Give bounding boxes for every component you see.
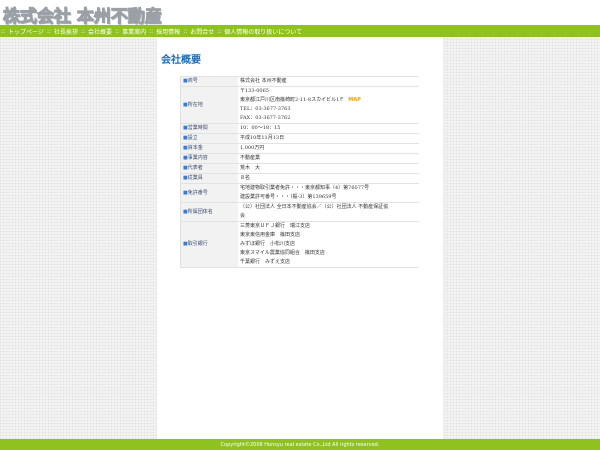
table-row: ■営業時間 10：00～18：15 bbox=[180, 123, 419, 134]
content-area: 会社概要 ■商号 株式会社 本州不動産 ■所在地 〒133-0065 東京都江戸… bbox=[157, 37, 443, 439]
row-value: 〒133-0065 東京都江戸川区南篠崎町2-11-8スカイビル1Ｆ MAP TE… bbox=[238, 86, 419, 124]
row-label: ■所在地 bbox=[180, 86, 238, 124]
row-label: ■設立 bbox=[180, 133, 238, 144]
nav-item-greeting[interactable]: 社長挨拶 bbox=[52, 27, 80, 36]
table-row: ■商号 株式会社 本州不動産 bbox=[180, 76, 419, 87]
copyright-text: Copyright©2008 Honsyu real estate Co.,Lt… bbox=[220, 441, 380, 448]
table-row: ■取引銀行 三菱東京ＵＦＪ銀行 瑞江支店 東京東信用金庫 篠田支店 みずほ銀行 … bbox=[180, 221, 419, 268]
row-label: ■事業内容 bbox=[180, 153, 238, 164]
row-label: ■取引銀行 bbox=[180, 221, 238, 268]
row-value: 宅地建物取引業者免許・・・東京都知事（4）第76077号 建設業許可番号・・・（… bbox=[238, 183, 419, 203]
row-value: 荒木 大 bbox=[238, 163, 419, 174]
table-row: ■所属団体名 （公）社団法人 全日本不動産協会／（公）社団法人 不動産保証協 会 bbox=[180, 202, 419, 222]
table-row: ■従業員 ８名 bbox=[180, 173, 419, 184]
nav-item-recruit[interactable]: 採用情報 bbox=[154, 27, 182, 36]
row-label: ■商号 bbox=[180, 76, 238, 87]
row-label: ■所属団体名 bbox=[180, 202, 238, 222]
row-label: ■免許番号 bbox=[180, 183, 238, 203]
row-value: （公）社団法人 全日本不動産協会／（公）社団法人 不動産保証協 会 bbox=[238, 202, 419, 222]
map-link[interactable]: MAP bbox=[348, 97, 361, 103]
company-info-table: ■商号 株式会社 本州不動産 ■所在地 〒133-0065 東京都江戸川区南篠崎… bbox=[180, 76, 419, 268]
row-value: 平成10年11月13日 bbox=[238, 133, 419, 144]
row-label: ■代表者 bbox=[180, 163, 238, 174]
table-row: ■免許番号 宅地建物取引業者免許・・・東京都知事（4）第76077号 建設業許可… bbox=[180, 183, 419, 203]
nav-item-company[interactable]: 会社概要 bbox=[86, 27, 114, 36]
site-header: 株式会社 本州不動産 bbox=[0, 0, 600, 28]
table-row: ■所在地 〒133-0065 東京都江戸川区南篠崎町2-11-8スカイビル1Ｆ M… bbox=[180, 86, 419, 124]
nav-item-contact[interactable]: お問合せ bbox=[188, 27, 216, 36]
global-nav: :: トップページ :: 社長挨拶 :: 会社概要 :: 事業案内 :: 採用情… bbox=[0, 25, 600, 37]
table-row: ■事業内容 不動産業 bbox=[180, 153, 419, 164]
row-value: ８名 bbox=[238, 173, 419, 184]
nav-item-privacy[interactable]: 個人情報の取り扱いについて bbox=[222, 27, 304, 36]
row-value: 1,000万円 bbox=[238, 143, 419, 154]
row-label: ■資本金 bbox=[180, 143, 238, 154]
row-value: 10：00～18：15 bbox=[238, 123, 419, 134]
row-label: ■従業員 bbox=[180, 173, 238, 184]
site-footer: Copyright©2008 Honsyu real estate Co.,Lt… bbox=[0, 439, 600, 450]
nav-item-business[interactable]: 事業案内 bbox=[120, 27, 148, 36]
row-value: 三菱東京ＵＦＪ銀行 瑞江支店 東京東信用金庫 篠田支店 みずほ銀行 小松川支店 … bbox=[238, 221, 419, 268]
table-row: ■設立 平成10年11月13日 bbox=[180, 133, 419, 144]
row-value: 株式会社 本州不動産 bbox=[238, 76, 419, 87]
site-title[interactable]: 株式会社 本州不動産 bbox=[3, 2, 163, 28]
table-row: ■代表者 荒木 大 bbox=[180, 163, 419, 174]
page-title: 会社概要 bbox=[161, 55, 201, 66]
nav-item-top[interactable]: トップページ bbox=[6, 27, 46, 36]
row-label: ■営業時間 bbox=[180, 123, 238, 134]
row-value: 不動産業 bbox=[238, 153, 419, 164]
table-row: ■資本金 1,000万円 bbox=[180, 143, 419, 154]
